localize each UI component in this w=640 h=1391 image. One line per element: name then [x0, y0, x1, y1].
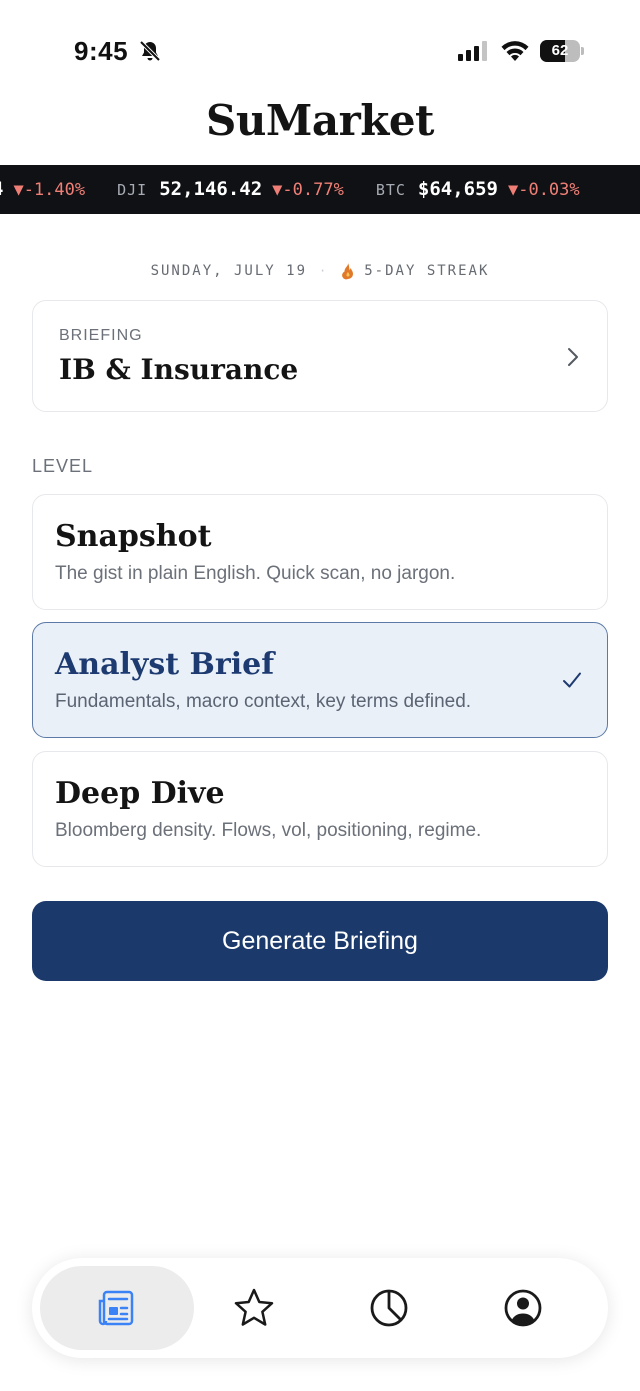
ticker-symbol: BTC — [375, 180, 406, 199]
level-option-deep-dive[interactable]: Deep Dive Bloomberg density. Flows, vol,… — [32, 751, 608, 867]
ticker-price: 4 — [0, 165, 3, 214]
wifi-icon — [501, 41, 529, 61]
generate-briefing-button[interactable]: Generate Briefing — [32, 901, 608, 981]
briefing-selector[interactable]: BRIEFING IB & Insurance — [32, 300, 608, 412]
level-option-snapshot[interactable]: Snapshot The gist in plain English. Quic… — [32, 494, 608, 610]
profile-icon — [504, 1289, 542, 1327]
level-option-title: Deep Dive — [55, 776, 225, 811]
pie-chart-icon — [370, 1289, 408, 1327]
ticker-change: ▼-0.03% — [507, 179, 580, 200]
ticker-item: 4 ▼-1.40% — [0, 165, 85, 214]
tab-briefings[interactable] — [40, 1266, 194, 1350]
status-bar: 9:45 62 — [0, 0, 640, 100]
battery-level: 62 — [551, 42, 569, 59]
bell-slash-icon — [139, 40, 161, 62]
ticker-symbol: DJI — [117, 180, 148, 199]
level-option-analyst-brief[interactable]: Analyst Brief Fundamentals, macro contex… — [32, 622, 608, 738]
newspaper-icon — [98, 1290, 134, 1326]
battery-indicator: 62 — [540, 40, 584, 62]
battery-cap — [581, 47, 584, 55]
level-option-title: Snapshot — [55, 519, 212, 554]
ticker-change: ▼-0.77% — [272, 179, 344, 200]
date-separator: · — [319, 264, 329, 278]
level-option-description: Fundamentals, macro context, key terms d… — [55, 691, 472, 712]
tab-favorites[interactable] — [177, 1266, 331, 1350]
ticker-change: ▼-1.40% — [13, 179, 86, 200]
chevron-right-icon — [568, 348, 578, 366]
ticker-price: $64,659 — [417, 177, 498, 200]
briefing-label: BRIEFING — [59, 327, 143, 344]
briefing-value: IB & Insurance — [59, 353, 299, 386]
ticker-item: DJI 52,146.42 ▼-0.77% — [117, 165, 344, 214]
cellular-signal-icon — [458, 41, 487, 61]
bottom-tab-bar — [32, 1258, 608, 1358]
level-section-label: LEVEL — [32, 456, 94, 476]
level-option-description: Bloomberg density. Flows, vol, positioni… — [55, 820, 482, 841]
tab-portfolio[interactable] — [312, 1266, 466, 1350]
status-time: 9:45 — [74, 36, 129, 66]
level-option-description: The gist in plain English. Quick scan, n… — [55, 563, 456, 584]
battery-body: 62 — [540, 40, 580, 62]
level-option-title: Analyst Brief — [55, 647, 275, 682]
tab-profile[interactable] — [446, 1266, 600, 1350]
app-title: SuMarket — [206, 96, 434, 145]
checkmark-icon — [563, 672, 581, 688]
streak-label: 5-DAY STREAK — [364, 263, 490, 279]
market-ticker: 4 ▼-1.40% DJI 52,146.42 ▼-0.77% BTC $64,… — [0, 165, 640, 214]
ticker-track: 4 ▼-1.40% DJI 52,146.42 ▼-0.77% BTC $64,… — [0, 165, 612, 214]
date-streak-line: SUNDAY, JULY 19 · 5-DAY STREAK — [0, 262, 640, 280]
star-icon — [234, 1288, 274, 1326]
current-date: SUNDAY, JULY 19 — [150, 263, 308, 279]
ticker-price: 52,146.42 — [159, 177, 263, 200]
ticker-item: BTC $64,659 ▼-0.03% — [376, 165, 580, 214]
flame-icon — [342, 263, 354, 280]
